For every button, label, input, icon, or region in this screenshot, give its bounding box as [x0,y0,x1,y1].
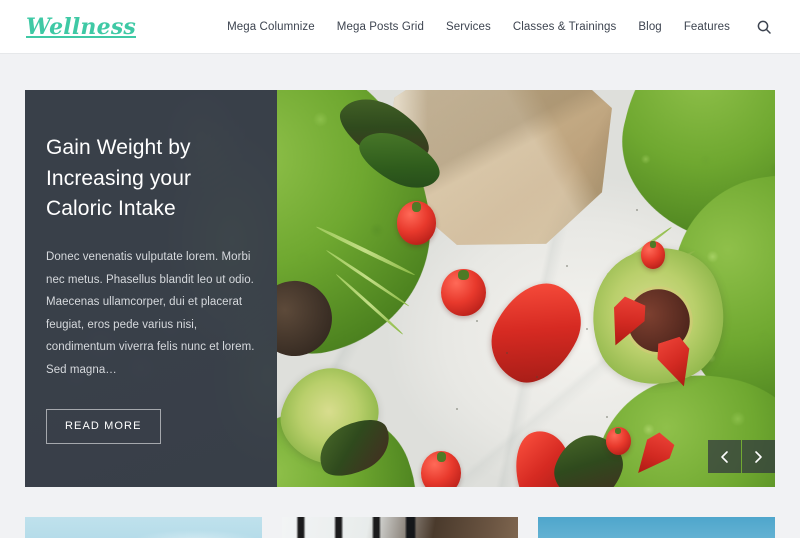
post-card[interactable] [25,517,262,538]
hero-slider: Gain Weight by Increasing your Caloric I… [25,90,775,487]
post-cards-row [25,517,776,538]
nav-item-blog[interactable]: Blog [638,21,661,33]
surface-speck [605,415,608,418]
surface-speck [635,209,638,212]
post-card[interactable] [281,517,519,538]
tomato-5 [605,427,631,456]
chevron-right-icon[interactable] [742,440,775,473]
site-logo[interactable]: Wellness [26,16,136,38]
hero-excerpt: Donec venenatis vulputate lorem. Morbi n… [46,251,255,376]
nav-item-features[interactable]: Features [684,21,730,33]
hero-text-panel: Gain Weight by Increasing your Caloric I… [25,90,277,487]
surface-speck [535,375,538,378]
slider-navigation [708,440,775,473]
hero-image-canvas [277,90,775,487]
read-more-button[interactable]: READ MORE [46,408,161,444]
nav-item-mega-columnize[interactable]: Mega Columnize [227,21,315,33]
tomato-1 [396,201,437,245]
main-navigation: Mega Columnize Mega Posts Grid Services … [227,17,774,37]
post-card-image [25,517,262,538]
nav-item-classes-trainings[interactable]: Classes & Trainings [513,21,617,33]
page-content: Gain Weight by Increasing your Caloric I… [0,54,800,538]
tomato-2 [441,268,487,317]
hero-image [277,90,775,487]
chevron-left-icon[interactable] [708,440,741,473]
hero-title: Gain Weight by Increasing your Caloric I… [46,136,192,220]
search-icon[interactable] [754,17,774,37]
surface-speck [565,264,568,267]
surface-speck [585,328,588,331]
nav-item-mega-posts-grid[interactable]: Mega Posts Grid [337,21,424,33]
nav-item-services[interactable]: Services [446,21,491,33]
tomato-4 [640,240,666,269]
surface-speck [456,407,459,410]
post-card-image [538,517,776,538]
tomato-3 [421,451,462,487]
post-card[interactable] [538,517,776,538]
site-header: Wellness Mega Columnize Mega Posts Grid … [0,0,800,54]
post-card-image [281,517,519,538]
